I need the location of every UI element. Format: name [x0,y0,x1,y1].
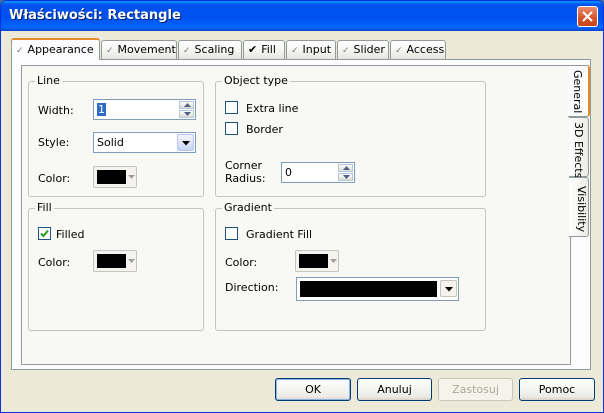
fill-group: Fill Filled Color: [28,201,204,331]
dropdown-button[interactable] [440,280,457,297]
line-group: Line Width: 1 Style: Solid Color: [28,74,204,197]
side-tab-general[interactable]: General [568,65,590,117]
cancel-button[interactable]: Anuluj [357,378,432,401]
object-type-group: Object type Extra line Border Corner Rad… [215,74,486,197]
extra-line-label: Extra line [246,102,299,115]
line-color-label: Color: [38,172,71,185]
color-swatch [97,254,126,268]
gradient-color-label: Color: [225,256,258,269]
help-button[interactable]: Pomoc [519,378,595,401]
tab-label: Input [302,43,332,56]
spin-up-button[interactable] [338,164,353,172]
spin-down-button[interactable] [338,173,353,181]
tab-movement[interactable]: ✓ Movement [101,40,177,59]
tab-fill[interactable]: ✔ Fill [243,40,285,59]
group-title: Gradient [222,201,274,214]
border-label: Border [246,123,283,136]
fill-color-label: Color: [38,256,71,269]
spin-up-button[interactable] [179,101,194,109]
corner-radius-spinner[interactable]: 0 [281,162,355,183]
checkmark-icon: ✓ [183,46,191,56]
properties-dialog: Właściwości: Rectangle ✓ Appearance ✓ Move… [0,0,604,413]
arrow-up-icon [343,166,350,170]
fill-color-picker[interactable] [93,250,137,272]
close-icon [582,11,593,22]
checkmark-icon: ✔ [248,43,258,56]
arrow-down-icon [343,175,350,179]
corner-spin-buttons[interactable] [338,164,353,181]
chevron-down-icon [128,175,135,179]
tab-label: Scaling [194,43,235,56]
direction-preview [300,281,437,297]
width-value: 1 [97,103,106,116]
tab-label: Appearance [27,43,94,56]
gradient-color-picker[interactable] [295,250,339,272]
width-spin-buttons[interactable] [179,101,194,118]
tab-appearance[interactable]: ✓ Appearance [11,38,100,60]
corner-radius-value: 0 [285,166,292,179]
side-tab-label: General [571,70,584,114]
color-swatch [299,254,328,268]
width-label: Width: [38,104,74,117]
group-title: Object type [222,74,290,87]
filled-checkbox[interactable] [38,227,51,240]
checkmark-icon: ✓ [395,46,403,56]
gradient-fill-checkbox[interactable] [225,227,238,240]
gradient-fill-label: Gradient Fill [246,228,313,241]
arrow-up-icon [184,103,191,107]
tab-input[interactable]: ✓ Input [286,40,336,59]
style-value: Solid [97,136,124,149]
side-tab-3d-effects[interactable]: 3D Effects [569,117,589,179]
filled-label: Filled [56,228,85,241]
group-title: Fill [35,201,54,214]
color-swatch [97,170,126,184]
ok-button[interactable]: OK [275,378,351,401]
checkmark-icon: ✓ [342,46,350,56]
chevron-down-icon [445,287,453,292]
style-label: Style: [38,136,70,149]
group-title: Line [35,74,62,87]
corner-label: Corner [225,159,263,172]
border-checkbox[interactable] [225,122,238,135]
side-tab-label: Visibility [575,186,588,233]
radius-label: Radius: [225,172,266,185]
checkmark-icon: ✓ [106,46,114,56]
tab-scaling[interactable]: ✓ Scaling [178,40,242,59]
line-color-picker[interactable] [93,166,137,188]
checkmark-icon [40,229,49,238]
style-dropdown[interactable]: Solid [93,132,196,153]
side-tab-label: 3D Effects [572,122,585,179]
title-bar[interactable]: Właściwości: Rectangle [1,1,603,31]
tab-label: Access [406,43,445,56]
tab-slider[interactable]: ✓ Slider [337,40,389,59]
extra-line-checkbox[interactable] [225,101,238,114]
checkmark-icon: ✓ [291,46,299,56]
general-panel: Line Width: 1 Style: Solid Color: Object… [21,65,571,365]
window-title: Właściwości: Rectangle [9,8,181,23]
width-spinner[interactable]: 1 [93,99,196,120]
spin-down-button[interactable] [179,110,194,118]
chevron-down-icon [128,259,135,263]
checkmark-icon: ✓ [16,46,24,56]
chevron-down-icon [182,141,190,146]
chevron-down-icon [330,259,337,263]
direction-label: Direction: [225,281,279,294]
tab-access[interactable]: ✓ Access [390,40,446,59]
tab-label: Fill [261,43,276,56]
side-tab-visibility[interactable]: ✓ Visibility [569,177,589,237]
close-button[interactable] [577,6,598,27]
dropdown-button[interactable] [177,134,194,151]
tab-panel: Line Width: 1 Style: Solid Color: Object… [11,59,591,370]
tab-label: Slider [353,43,385,56]
gradient-group: Gradient Gradient Fill Color: Direction: [215,201,486,331]
tab-label: Movement [117,43,176,56]
direction-dropdown[interactable] [296,277,459,301]
arrow-down-icon [184,112,191,116]
apply-button[interactable]: Zastosuj [438,378,513,401]
